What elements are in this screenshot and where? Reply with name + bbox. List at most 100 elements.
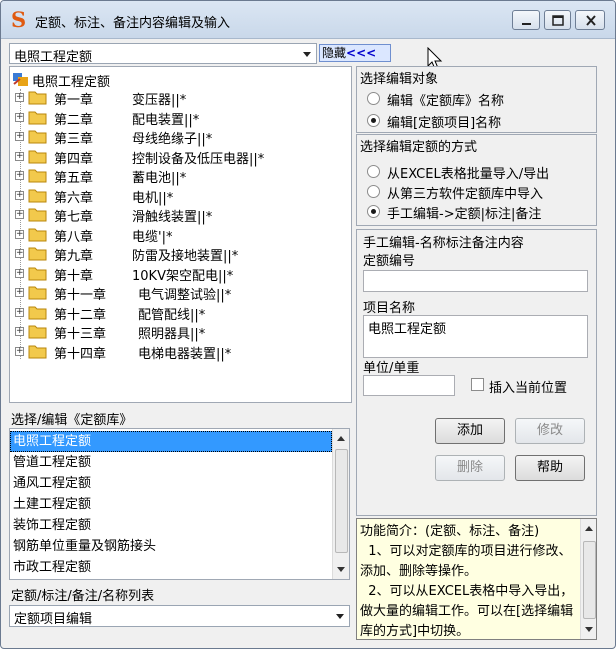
expand-icon[interactable]: + <box>15 93 24 102</box>
expand-icon[interactable]: + <box>15 327 24 336</box>
tree-item-label: 第三章 <box>54 132 94 147</box>
tree-item-label: 第四章 <box>54 151 94 167</box>
expand-icon[interactable]: + <box>15 190 24 200</box>
library-select[interactable]: 电照工程定额 <box>9 43 317 65</box>
folder-icon <box>28 169 47 183</box>
tree-item-chapter[interactable]: + 第十二章 配管配线||* <box>10 303 350 323</box>
tree-item-chapter[interactable]: + 第五章 蓄电池||* <box>10 166 350 186</box>
edit-method-option-2[interactable]: 手工编辑->定额|标注|备注 <box>387 203 541 222</box>
insert-label[interactable]: 插入当前位置 <box>489 377 567 396</box>
expand-icon[interactable]: + <box>15 346 24 356</box>
code-label: 定额编号 <box>363 254 416 269</box>
edit-method-radio-2[interactable] <box>367 205 380 218</box>
expand-icon[interactable]: + <box>15 132 24 141</box>
edit-target-option-0[interactable]: 编辑《定额库》名称 <box>387 90 504 109</box>
chevron-down-icon <box>336 614 344 619</box>
tree-item-chapter[interactable]: + 第二章 配电装置||* <box>10 108 350 128</box>
tree-item-label: 第六章 <box>54 190 94 206</box>
tree-item-chapter[interactable]: + 第十三章 照明器具||* <box>10 322 350 342</box>
expand-icon[interactable]: + <box>15 249 24 258</box>
tree-item-name: 电梯电器装置||* <box>138 346 232 362</box>
tree-item-label: 第七章 <box>54 210 94 225</box>
close-button[interactable] <box>575 10 605 30</box>
expand-icon[interactable]: + <box>15 210 24 219</box>
maximize-button[interactable] <box>544 10 571 30</box>
tree-item-chapter[interactable]: + 第十一章 电气调整试验||* <box>10 283 350 303</box>
info-scrollbar[interactable] <box>580 519 596 639</box>
folder-icon <box>28 111 47 124</box>
title-bar[interactable]: S 定额、标注、备注内容编辑及输入 <box>1 1 615 39</box>
app-logo-icon: S <box>11 7 27 32</box>
item-name-input[interactable]: 电照工程定额 <box>363 315 588 358</box>
library-list-scrollbar[interactable] <box>332 429 349 579</box>
minimize-button[interactable] <box>512 10 540 30</box>
tree-item-label: 第五章 <box>54 171 94 186</box>
tree-item-label: 第十三章 <box>54 327 107 342</box>
insert-checkbox[interactable] <box>471 378 484 391</box>
edit-target-caption: 选择编辑对象 <box>360 72 439 87</box>
tree-item-chapter[interactable]: + 第六章 电机||* <box>10 186 350 206</box>
library-list-item[interactable]: 装饰工程定额 <box>10 515 332 536</box>
chapter-tree[interactable]: 电照工程定额 + 第一章 变压器||* + 第二章 配电装置||* + 第三章 母线绝缘子||*… <box>9 66 352 403</box>
edit-method-option-0[interactable]: 从EXCEL表格批量导入/导出 <box>387 163 549 182</box>
tree-item-chapter[interactable]: + 第八章 电缆'|* <box>10 225 350 245</box>
expand-icon[interactable]: + <box>15 112 24 122</box>
tree-item-chapter[interactable]: + 第十章 10KV架空配电||* <box>10 264 350 284</box>
manual-edit-caption: 手工编辑-名称标注备注内容 <box>363 236 524 251</box>
expand-icon[interactable]: + <box>15 171 24 180</box>
edit-method-radio-0[interactable] <box>367 165 380 178</box>
tree-item-chapter[interactable]: + 第九章 防雷及接地装置||* <box>10 244 350 264</box>
chevron-down-icon <box>303 52 311 57</box>
tree-item-label: 第十二章 <box>54 307 107 323</box>
delete-button[interactable]: 删除 <box>435 455 505 481</box>
folder-icon <box>28 247 47 261</box>
help-button[interactable]: 帮助 <box>515 455 585 481</box>
hide-button-label: 隐藏 <box>322 46 347 60</box>
expand-icon[interactable]: + <box>15 288 24 297</box>
scroll-up-icon[interactable] <box>585 526 593 531</box>
scroll-thumb[interactable] <box>335 449 348 553</box>
tree-item-label: 第十一章 <box>54 288 107 303</box>
library-list-item[interactable]: 管道工程定额 <box>10 452 332 473</box>
unit-label: 单位/单重 <box>363 361 420 376</box>
scroll-thumb[interactable] <box>583 541 596 619</box>
folder-icon <box>28 286 47 300</box>
expand-icon[interactable]: + <box>15 307 24 317</box>
library-list-item[interactable]: 通风工程定额 <box>10 473 332 494</box>
library-list-item[interactable]: 钢筋单位重量及钢筋接头 <box>10 536 332 557</box>
maximize-icon <box>552 15 564 26</box>
edit-method-radio-1[interactable] <box>367 185 380 198</box>
tree-item-chapter[interactable]: + 第七章 滑触线装置||* <box>10 205 350 225</box>
expand-icon[interactable]: + <box>15 229 24 239</box>
folder-icon <box>28 345 47 358</box>
hide-panel-button[interactable]: 隐藏<<< <box>319 44 391 62</box>
expand-icon[interactable]: + <box>15 151 24 161</box>
expand-icon[interactable]: + <box>15 268 24 278</box>
edit-target-radio-0[interactable] <box>367 92 380 105</box>
tree-item-chapter[interactable]: + 第一章 变压器||* <box>10 88 350 108</box>
modify-button[interactable]: 修改 <box>515 418 585 444</box>
tree-item-name: 防雷及接地装置||* <box>132 249 239 264</box>
library-list-item[interactable]: 电照工程定额 <box>10 431 332 452</box>
library-list-item[interactable]: 市政工程定额 <box>10 557 332 578</box>
add-button[interactable]: 添加 <box>435 418 505 444</box>
folder-icon <box>28 189 47 202</box>
tree-item-chapter[interactable]: + 第十四章 电梯电器装置||* <box>10 342 350 362</box>
code-input[interactable] <box>363 270 588 292</box>
library-list[interactable]: 电照工程定额 管道工程定额 通风工程定额 土建工程定额 装饰工程定额 钢筋单位重量及钢筋接… <box>9 428 350 580</box>
scroll-up-icon[interactable] <box>337 436 345 441</box>
edit-method-option-1[interactable]: 从第三方软件定额库中导入 <box>387 183 543 202</box>
tree-item-chapter[interactable]: + 第三章 母线绝缘子||* <box>10 127 350 147</box>
edit-target-option-1[interactable]: 编辑[定额项目]名称 <box>387 112 501 131</box>
edit-target-radio-1[interactable] <box>367 114 380 127</box>
scroll-down-icon[interactable] <box>337 567 345 572</box>
library-list-item[interactable]: 土建工程定额 <box>10 494 332 515</box>
tree-item-chapter[interactable]: + 第四章 控制设备及低压电器||* <box>10 147 350 167</box>
mode-select[interactable]: 定额项目编辑 <box>9 605 350 627</box>
tree-item-name: 变压器||* <box>132 93 187 108</box>
info-text: 功能简介：(定额、标注、备注) 1、可以对定额库的项目进行修改、添加、删除等操作… <box>360 524 574 639</box>
mode-select-value: 定额项目编辑 <box>14 612 93 627</box>
unit-input[interactable] <box>363 375 455 396</box>
hide-button-arrows: <<< <box>346 46 377 60</box>
scroll-down-icon[interactable] <box>585 627 593 632</box>
